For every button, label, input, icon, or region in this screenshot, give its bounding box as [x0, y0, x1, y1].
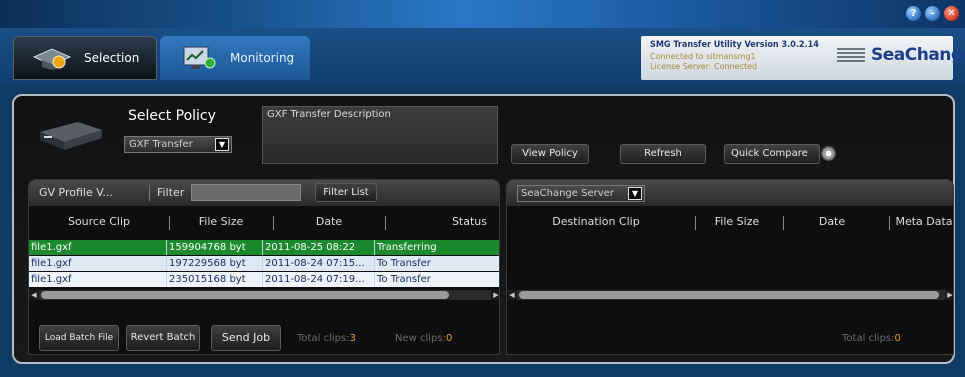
total-clips-stat: Total clips:3 [297, 333, 356, 344]
table-row[interactable]: file1.gxf 159904768 byt 2011-08-25 08:22… [29, 240, 499, 255]
source-panel: GV Profile V... Filter Filter List Sourc… [28, 179, 500, 355]
new-clips-value: 0 [445, 333, 453, 344]
source-panel-header: GV Profile V... Filter Filter List [29, 180, 499, 206]
chevron-down-icon[interactable]: ▼ [628, 187, 642, 200]
destination-horizontal-scrollbar[interactable]: ◀ ▶ [507, 290, 953, 300]
quick-compare-button[interactable]: Quick Compare [724, 144, 836, 164]
cell-size: 197229568 byt [167, 256, 263, 271]
scroll-thumb[interactable] [519, 291, 939, 299]
connection-status: Connected to sitmansmg1 [650, 52, 756, 61]
server-selected-value: SeaChange Server [521, 188, 614, 199]
new-clips-label: New clips: [395, 333, 446, 344]
cell-size: 235015168 byt [167, 272, 263, 287]
tab-selection[interactable]: Selection [13, 36, 157, 80]
cell-clip: file1.gxf [29, 240, 167, 255]
table-row[interactable]: file1.gxf 197229568 byt 2011-08-24 07:15… [29, 256, 499, 271]
select-policy-label: Select Policy [128, 108, 216, 124]
server-device-icon [34, 118, 106, 152]
cell-status: To Transfer [377, 258, 431, 269]
tab-bar: Selection Monitoring SMG Transfer Utilit… [0, 28, 965, 86]
source-table-header: Source Clip File Size Date Status [29, 212, 499, 232]
scroll-left-icon[interactable]: ◀ [29, 290, 39, 300]
monitor-icon [178, 45, 218, 71]
cell-clip: file1.gxf [29, 256, 167, 271]
col-date[interactable]: Date [783, 215, 881, 228]
gear-icon [821, 146, 836, 161]
filter-label: Filter [157, 186, 185, 199]
source-device-title[interactable]: GV Profile V... [39, 186, 113, 199]
license-status: License Server: Connected [650, 62, 758, 71]
policy-description-label: GXF Transfer Description [267, 109, 391, 120]
revert-batch-button[interactable]: Revert Batch [126, 325, 200, 351]
total-clips-label: Total clips: [297, 333, 350, 344]
app-version: SMG Transfer Utility Version 3.0.2.14 [650, 40, 819, 50]
refresh-button[interactable]: Refresh [620, 144, 706, 164]
destination-table-header: Destination Clip File Size Date Meta Dat… [507, 212, 953, 232]
scroll-thumb[interactable] [41, 291, 449, 299]
policy-description: GXF Transfer Description [262, 106, 498, 164]
new-clips-stat: New clips:0 [395, 333, 452, 344]
col-source-clip[interactable]: Source Clip [29, 215, 169, 228]
total-clips-value: 0 [894, 333, 901, 344]
col-date[interactable]: Date [273, 215, 385, 228]
seachange-logo: SeaChange [837, 45, 965, 65]
help-icon[interactable]: ? [906, 6, 921, 21]
source-horizontal-scrollbar[interactable]: ◀ ▶ [29, 290, 499, 300]
graduation-cap-icon [32, 45, 72, 71]
brand-box: SMG Transfer Utility Version 3.0.2.14 Co… [641, 36, 965, 80]
table-row[interactable]: file1.gxf 235015168 byt 2011-08-24 07:19… [29, 272, 499, 287]
total-clips-stat: Total clips:0 [842, 333, 901, 344]
cell-clip: file1.gxf [29, 272, 167, 287]
logo-text: SeaChange [871, 45, 965, 65]
tab-selection-label: Selection [84, 51, 140, 65]
cell-size: 159904768 byt [167, 240, 263, 255]
policy-dropdown[interactable]: GXF Transfer ▼ [124, 136, 232, 153]
tab-monitoring[interactable]: Monitoring [160, 36, 310, 80]
divider [149, 185, 150, 201]
col-destination-clip[interactable]: Destination Clip [507, 215, 685, 228]
total-clips-label: Total clips: [842, 333, 895, 344]
chevron-down-icon[interactable]: ▼ [215, 138, 229, 151]
cell-status: Transferring [377, 242, 437, 253]
server-dropdown[interactable]: SeaChange Server ▼ [517, 185, 645, 202]
filter-input[interactable] [191, 184, 301, 201]
cell-date: 2011-08-24 07:15... [263, 256, 375, 271]
destination-panel: SeaChange Server ▼ Destination Clip File… [506, 179, 954, 355]
total-clips-value: 3 [349, 333, 356, 344]
tab-monitoring-label: Monitoring [230, 51, 295, 65]
main-panel: Select Policy GXF Transfer ▼ GXF Transfe… [12, 94, 955, 364]
close-icon[interactable]: ✕ [944, 6, 959, 21]
cell-status: To Transfer [377, 274, 431, 285]
view-policy-button[interactable]: View Policy [511, 144, 589, 164]
destination-panel-header: SeaChange Server ▼ [507, 180, 953, 206]
cell-date: 2011-08-25 08:22 [263, 240, 375, 255]
col-divider [889, 216, 890, 230]
col-file-size[interactable]: File Size [169, 215, 273, 228]
logo-lines-icon [837, 48, 865, 62]
title-bar: ? – ✕ [0, 0, 965, 28]
col-meta-data[interactable]: Meta Data [893, 215, 953, 228]
policy-selected-value: GXF Transfer [129, 139, 193, 150]
load-batch-file-button[interactable]: Load Batch File [39, 325, 119, 351]
cell-date: 2011-08-24 07:19... [263, 272, 375, 287]
quick-compare-label: Quick Compare [731, 148, 808, 159]
scroll-left-icon[interactable]: ◀ [507, 290, 517, 300]
scroll-right-icon[interactable]: ▶ [491, 290, 499, 300]
send-job-button[interactable]: Send Job [211, 325, 281, 351]
col-file-size[interactable]: File Size [695, 215, 779, 228]
minimize-icon[interactable]: – [925, 6, 940, 21]
col-status[interactable]: Status [385, 215, 499, 228]
filter-list-button[interactable]: Filter List [315, 183, 377, 202]
scroll-right-icon[interactable]: ▶ [945, 290, 953, 300]
